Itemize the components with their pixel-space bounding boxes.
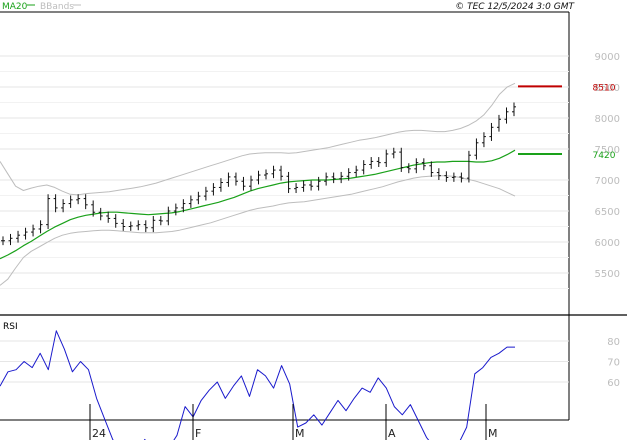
bbands-upper-line [0,82,516,196]
level-label-7420: 7420 [593,151,616,161]
rsi-y-tick-labels: 60 70 80 [607,337,620,389]
price-y-tick-label: 5500 [595,269,620,280]
source-timestamp: © TEC 12/5/2024 3:0 GMT [455,2,575,12]
price-y-tick-label: 9000 [595,52,620,63]
price-series-group [0,82,516,286]
price-grid [0,55,569,289]
price-panel: 55006000650070007500800085009000 8510742… [0,11,627,316]
rsi-series-group [0,330,515,440]
rsi-grid [0,340,569,383]
level-label-8510: 8510 [593,83,616,93]
stock-chart: MA20 BBands © TEC 12/5/2024 3:0 GMT 5500… [0,2,627,440]
rsi-panel-title: RSI [3,322,18,332]
price-y-tick-label: 7000 [595,176,620,187]
rsi-line [0,330,515,440]
price-y-tick-label: 6000 [595,238,620,249]
x-tick-label: F [195,427,201,440]
bbands-lower-line [0,175,516,286]
price-y-tick-label: 6500 [595,207,620,218]
rsi-panel: RSI 60 70 80 [0,315,620,440]
rsi-y-tick-label: 60 [607,378,620,389]
rsi-y-tick-label: 80 [607,337,620,348]
x-tick-label: M [488,427,498,440]
x-tick-label: M [295,427,305,440]
legend-ma20: MA20 [2,2,28,12]
price-y-tick-label: 8000 [595,114,620,125]
x-axis: 24 F M A M [89,404,498,440]
rsi-y-tick-label: 70 [607,358,620,369]
x-tick-label: A [388,427,396,440]
legend-bbands: BBands [40,2,74,12]
x-tick-label: 24 [92,427,106,440]
